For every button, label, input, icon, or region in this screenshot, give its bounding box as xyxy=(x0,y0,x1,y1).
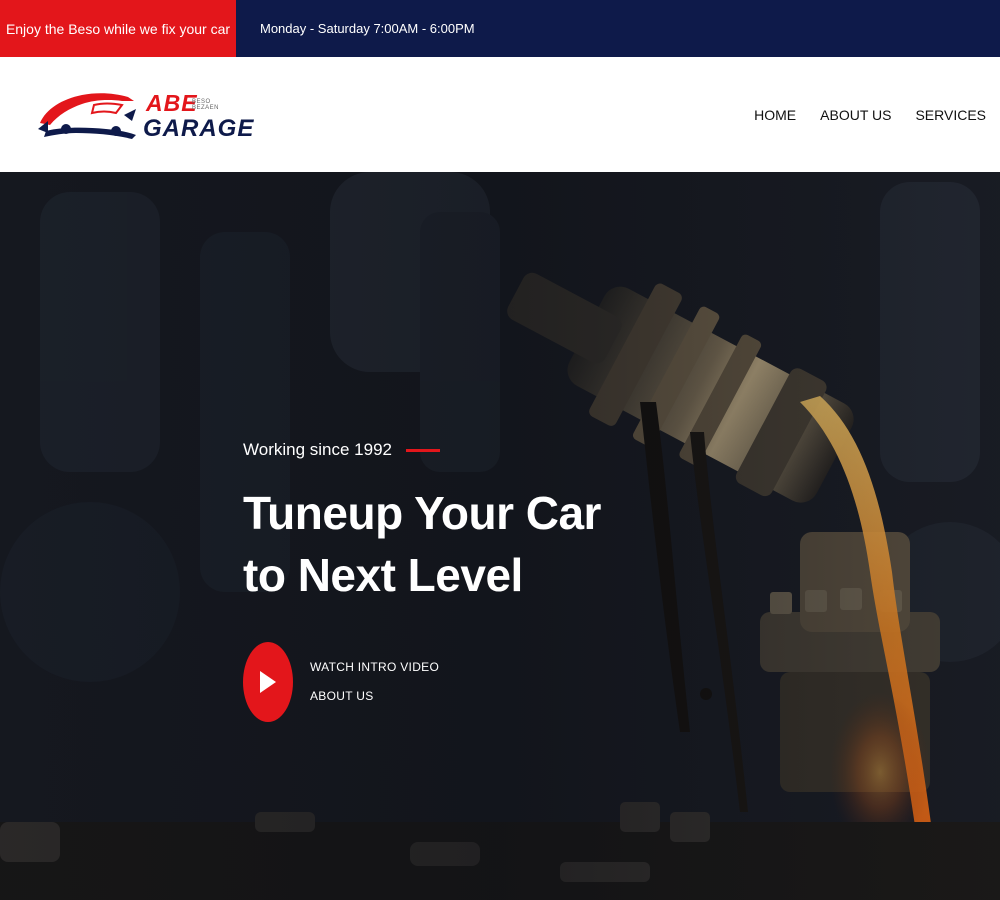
site-logo[interactable]: ABE BESO BEZAEN GARAGE xyxy=(36,85,253,145)
hero-section: Working since 1992 Tuneup Your Car to Ne… xyxy=(0,172,1000,900)
accent-divider xyxy=(406,448,440,452)
hero-eyebrow: Working since 1992 xyxy=(243,440,601,460)
nav-home[interactable]: HOME xyxy=(754,107,796,123)
hero-headline: Tuneup Your Car to Next Level xyxy=(243,482,601,606)
promo-banner: Enjoy the Beso while we fix your car xyxy=(0,0,236,57)
business-hours: Monday - Saturday 7:00AM - 6:00PM xyxy=(260,21,475,36)
hero-content: Working since 1992 Tuneup Your Car to Ne… xyxy=(243,440,601,722)
hero-eyebrow-text: Working since 1992 xyxy=(243,440,392,459)
logo-word-abe: ABE xyxy=(146,90,198,116)
intro-video-link[interactable]: WATCH INTRO VIDEO ABOUT US xyxy=(243,642,439,722)
site-header: ABE BESO BEZAEN GARAGE HOME ABOUT US SER… xyxy=(0,57,1000,172)
top-bar: Enjoy the Beso while we fix your car Mon… xyxy=(0,0,1000,57)
hero-headline-line1: Tuneup Your Car xyxy=(243,487,601,539)
hero-headline-line2: to Next Level xyxy=(243,549,523,601)
nav-about-us[interactable]: ABOUT US xyxy=(820,107,891,123)
car-logo-icon xyxy=(38,93,136,139)
watch-video-label[interactable]: WATCH INTRO VIDEO xyxy=(310,653,439,682)
about-us-label[interactable]: ABOUT US xyxy=(310,682,439,711)
logo-tagline: BESO BEZAEN xyxy=(192,99,220,111)
play-icon xyxy=(260,671,276,693)
main-nav: HOME ABOUT US SERVICES xyxy=(754,57,986,172)
nav-services[interactable]: SERVICES xyxy=(915,107,986,123)
video-labels: WATCH INTRO VIDEO ABOUT US xyxy=(310,653,439,711)
play-video-button[interactable] xyxy=(243,642,293,722)
logo-word-garage: GARAGE xyxy=(143,115,255,142)
